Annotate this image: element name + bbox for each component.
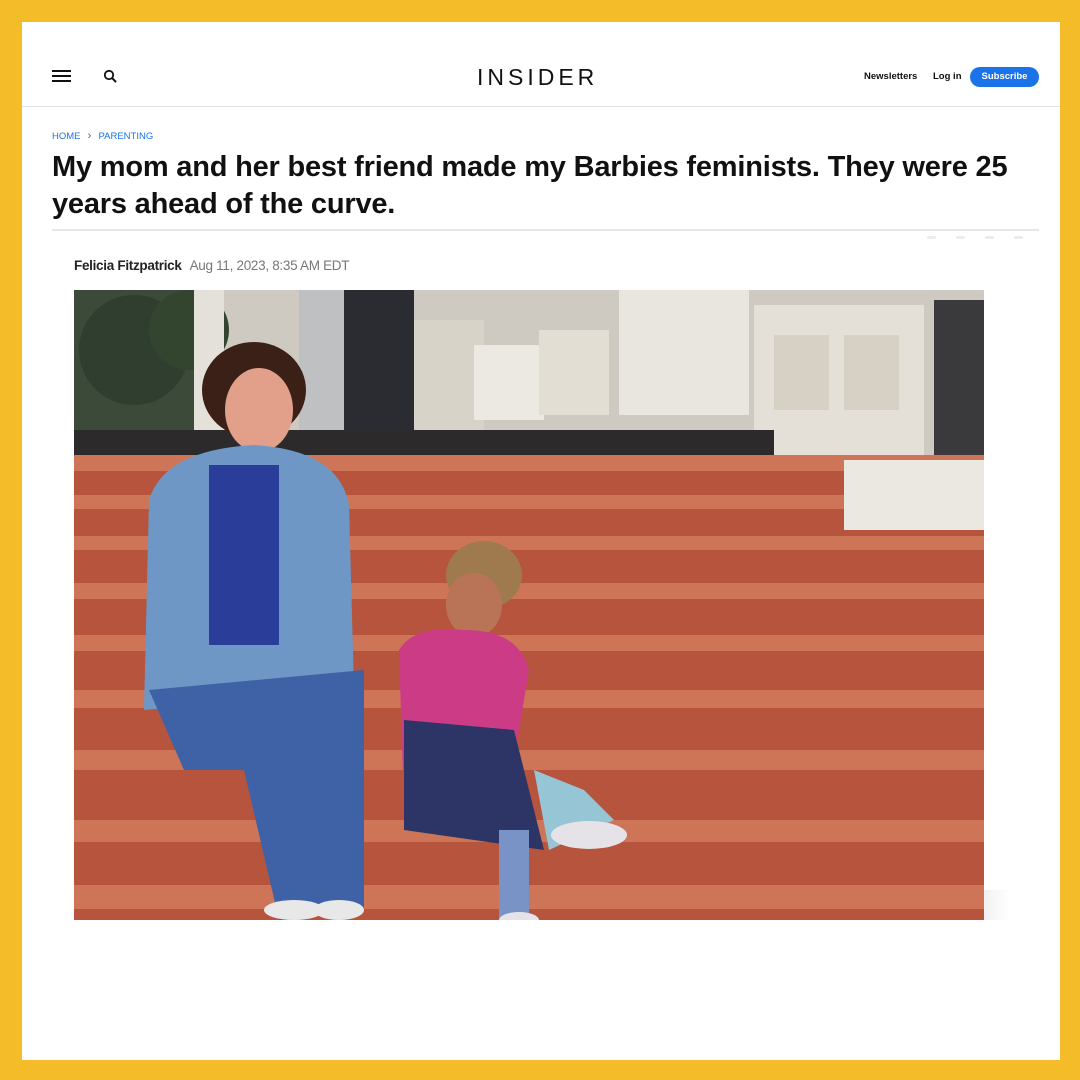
search-icon[interactable] [102,68,120,86]
publish-date: Aug 11, 2023, 8:35 AM EDT [189,258,350,273]
site-logo[interactable]: INSIDER [477,62,613,92]
author-name[interactable]: Felicia Fitzpatrick [74,257,182,275]
breadcrumb: HOME › PARENTING [52,129,153,143]
photo-edge [984,890,1010,920]
login-link[interactable]: Log in [933,69,962,85]
share-dots [927,236,1023,239]
menu-icon[interactable] [52,68,74,84]
headline-divider [52,229,1039,231]
newsletters-link[interactable]: Newsletters [864,69,917,85]
subscribe-button[interactable]: Subscribe [970,67,1039,87]
chevron-right-icon: › [87,130,92,142]
breadcrumb-home[interactable]: HOME [52,131,81,142]
site-header: INSIDER Newsletters Log in Subscribe [22,22,1060,107]
breadcrumb-parenting[interactable]: PARENTING [99,131,154,142]
article-photo [74,290,984,920]
byline: Felicia Fitzpatrick Aug 11, 2023, 8:35 A… [74,257,350,275]
article-card: INSIDER Newsletters Log in Subscribe HOM… [22,22,1060,1060]
article-headline: My mom and her best friend made my Barbi… [52,151,1008,220]
